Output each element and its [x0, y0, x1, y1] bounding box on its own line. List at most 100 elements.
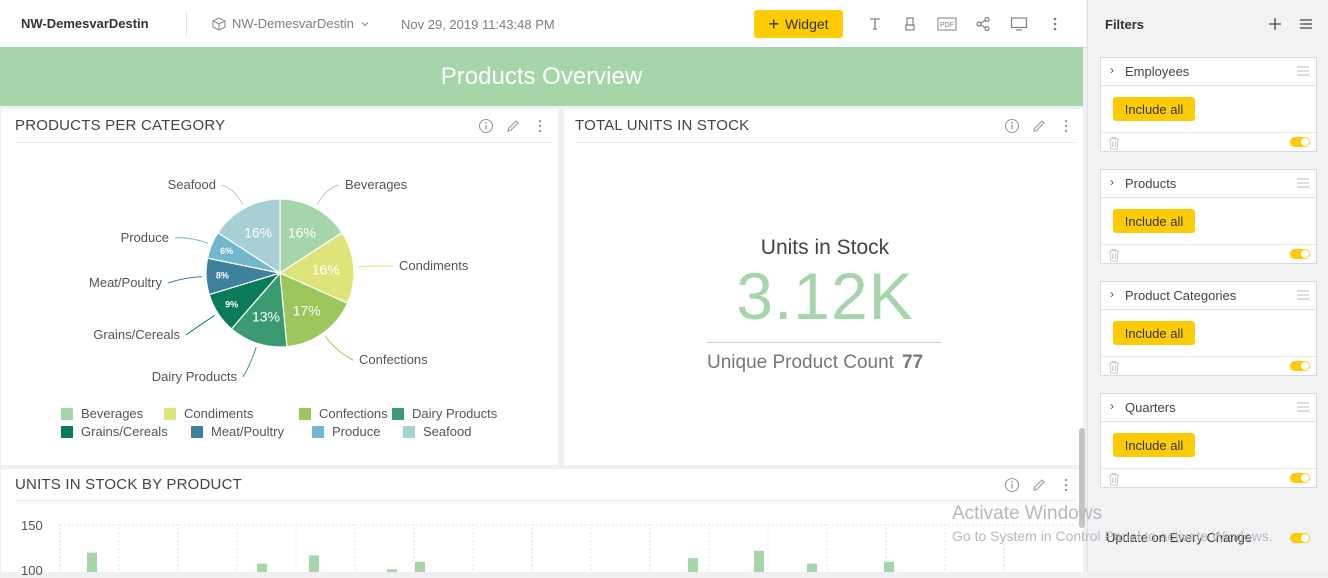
- toolbar-divider: [186, 12, 187, 36]
- edit-icon[interactable]: [505, 118, 521, 134]
- filter-card: › Employees Include all: [1100, 57, 1317, 152]
- dashboard-toolbar: NW-DemesvarDestin NW-DemesvarDestin Nov …: [0, 0, 1086, 48]
- filter-card: › Quarters Include all: [1100, 393, 1317, 488]
- pie-category-label: Meat/Poultry: [89, 275, 162, 290]
- activate-windows-title: Activate Windows: [952, 503, 1102, 524]
- bar[interactable]: [257, 563, 267, 572]
- datasource-selector[interactable]: NW-DemesvarDestin: [212, 16, 370, 31]
- drag-handle-icon[interactable]: [1297, 66, 1309, 76]
- filter-header[interactable]: › Product Categories: [1101, 282, 1316, 310]
- pie-leader-line: [325, 336, 354, 361]
- pie-category-label: Beverages: [345, 177, 408, 192]
- edit-icon[interactable]: [1031, 118, 1047, 134]
- dashboard-name[interactable]: NW-DemesvarDestin: [21, 16, 149, 31]
- banner-title: Products Overview: [440, 62, 643, 90]
- pie-data-label: 16%: [312, 261, 340, 277]
- drag-handle-icon[interactable]: [1297, 178, 1309, 188]
- info-icon[interactable]: [1004, 118, 1020, 134]
- bar[interactable]: [754, 550, 764, 572]
- bar[interactable]: [688, 558, 698, 572]
- kpi-title: Units in Stock: [760, 236, 890, 259]
- bar[interactable]: [884, 561, 894, 572]
- pie-legend-row-1: Beverages Condiments Confections Dairy P…: [61, 406, 512, 421]
- bar[interactable]: [87, 552, 97, 572]
- cube-icon: [212, 16, 226, 31]
- filter-footer: [1101, 356, 1316, 376]
- plus-icon: +: [768, 14, 779, 34]
- kpi-divider: [707, 342, 941, 343]
- update-on-change-toggle[interactable]: [1290, 533, 1310, 543]
- trash-icon[interactable]: [1107, 360, 1121, 374]
- chevron-right-icon[interactable]: ›: [1110, 175, 1114, 189]
- legend-item[interactable]: Confections: [299, 406, 392, 421]
- legend-item[interactable]: Meat/Poultry: [191, 424, 312, 439]
- trash-icon[interactable]: [1107, 248, 1121, 262]
- pie-chart: 16% Beverages 16% Condiments 17% Confections 1…: [89, 177, 469, 384]
- share-icon[interactable]: [974, 15, 992, 33]
- filters-title: Filters: [1105, 17, 1145, 32]
- legend-item[interactable]: Grains/Cereals: [61, 424, 191, 439]
- include-all-button[interactable]: Include all: [1113, 433, 1195, 457]
- chevron-right-icon[interactable]: ›: [1110, 63, 1114, 77]
- filter-footer: [1101, 468, 1316, 488]
- y-tick-label: 100: [21, 563, 43, 578]
- bar[interactable]: [415, 561, 425, 572]
- more-icon[interactable]: [1058, 477, 1074, 493]
- pie-category-label: Condiments: [399, 258, 469, 273]
- filter-header[interactable]: › Employees: [1101, 58, 1316, 86]
- more-icon[interactable]: [532, 118, 548, 134]
- pie-legend-row-2: Grains/Cereals Meat/Poultry Produce Seaf…: [61, 424, 483, 439]
- info-icon[interactable]: [478, 118, 494, 134]
- more-icon[interactable]: [1058, 118, 1074, 134]
- chevron-right-icon[interactable]: ›: [1110, 399, 1114, 413]
- legend-item[interactable]: Dairy Products: [392, 406, 512, 421]
- filter-enable-toggle[interactable]: [1290, 137, 1310, 147]
- drag-handle-icon[interactable]: [1297, 290, 1309, 300]
- drag-handle-icon[interactable]: [1297, 402, 1309, 412]
- menu-icon[interactable]: [1298, 16, 1314, 32]
- activate-windows-hint: Go to System in Control Panel to activat…: [952, 528, 1273, 544]
- pie-category-label: Seafood: [168, 177, 216, 192]
- include-all-button[interactable]: Include all: [1113, 209, 1195, 233]
- add-filter-icon[interactable]: [1267, 16, 1283, 32]
- filter-name: Quarters: [1125, 400, 1176, 415]
- pie-leader-line: [221, 184, 244, 205]
- legend-swatch: [191, 425, 203, 438]
- filter-enable-toggle[interactable]: [1290, 249, 1310, 259]
- legend-label: Dairy Products: [412, 406, 498, 421]
- y-tick-label: 150: [21, 518, 43, 533]
- bar[interactable]: [309, 555, 319, 572]
- monitor-icon[interactable]: [1010, 15, 1028, 33]
- edit-icon[interactable]: [1031, 477, 1047, 493]
- more-icon[interactable]: [1046, 15, 1064, 33]
- info-icon[interactable]: [1004, 477, 1020, 493]
- filter-footer: [1101, 244, 1316, 264]
- units-bar-chart: [59, 524, 1078, 572]
- add-widget-button[interactable]: + Widget: [754, 10, 843, 38]
- include-all-button[interactable]: Include all: [1113, 97, 1195, 121]
- legend-swatch: [299, 407, 311, 420]
- legend-item[interactable]: Produce: [312, 424, 403, 439]
- kpi-secondary-label: Unique Product Count: [707, 352, 894, 373]
- widget-title-divider: [15, 142, 551, 143]
- legend-swatch: [61, 425, 73, 438]
- filter-header[interactable]: › Products: [1101, 170, 1316, 198]
- pie-data-label: 9%: [225, 299, 238, 309]
- filter-header[interactable]: › Quarters: [1101, 394, 1316, 422]
- legend-item[interactable]: Seafood: [403, 424, 483, 439]
- bar[interactable]: [807, 563, 817, 572]
- pie-data-label: 16%: [288, 225, 316, 241]
- trash-icon[interactable]: [1107, 472, 1121, 486]
- filter-enable-toggle[interactable]: [1290, 361, 1310, 371]
- filter-enable-toggle[interactable]: [1290, 473, 1310, 483]
- legend-item[interactable]: Beverages: [61, 406, 164, 421]
- text-icon[interactable]: [866, 15, 884, 33]
- pie-leader-line: [185, 315, 215, 336]
- include-all-button[interactable]: Include all: [1113, 321, 1195, 345]
- legend-label: Seafood: [423, 424, 472, 439]
- brush-icon[interactable]: [901, 15, 919, 33]
- trash-icon[interactable]: [1107, 136, 1121, 150]
- pdf-icon[interactable]: PDF: [936, 15, 958, 33]
- chevron-right-icon[interactable]: ›: [1110, 287, 1114, 301]
- legend-item[interactable]: Condiments: [164, 406, 299, 421]
